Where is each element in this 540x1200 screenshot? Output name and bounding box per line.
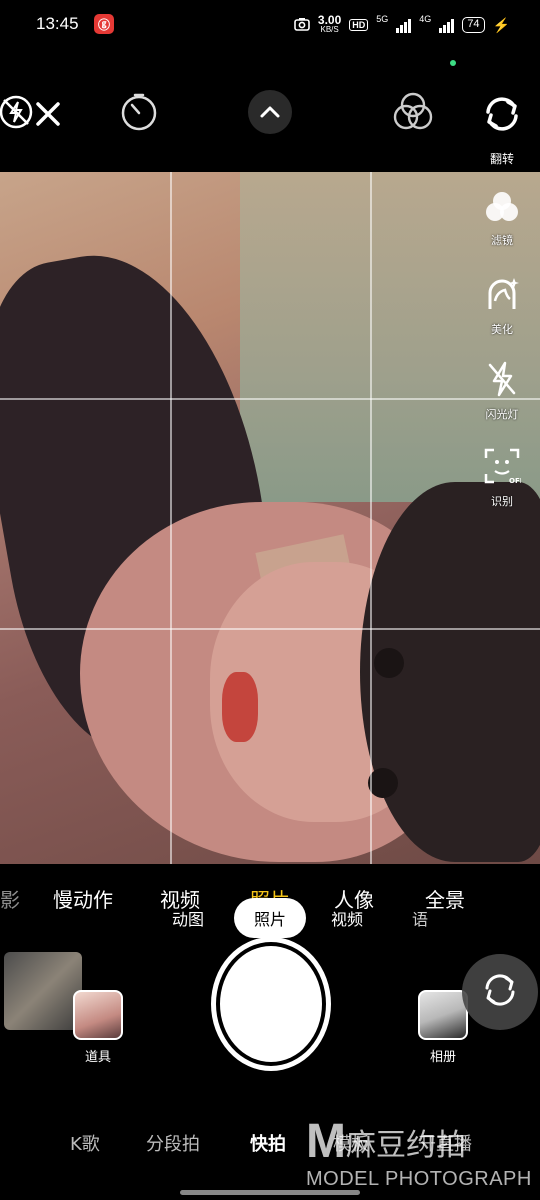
grid-line-vertical	[370, 172, 372, 864]
hd-badge: HD	[349, 19, 369, 31]
speed-value: 3.00	[317, 13, 342, 27]
flip-label: 翻转	[489, 152, 514, 166]
viewfinder-subject-eye	[368, 768, 398, 798]
shutter-button[interactable]	[211, 937, 331, 1071]
close-icon[interactable]	[32, 98, 64, 130]
viewfinder-subject-eye	[374, 648, 404, 678]
beauty-icon	[483, 275, 521, 317]
status-bar: 13:45 ⓖ 3.00 KB/S HD 5G 4G 74 ⚡	[0, 0, 540, 50]
camera-viewfinder[interactable]	[0, 172, 540, 864]
album-button[interactable]	[418, 990, 468, 1040]
signal-icon-1	[396, 17, 412, 33]
filter-button[interactable]: 滤镜	[474, 190, 530, 248]
grid-line-horizontal	[0, 628, 540, 630]
watermark-brand-cn: 麻豆约拍	[346, 1128, 466, 1163]
filter-icon	[483, 190, 521, 228]
filter-label: 滤镜	[491, 234, 513, 247]
beauty-label: 美化	[491, 323, 513, 336]
flash-off-icon	[485, 360, 519, 402]
watermark: M 麻豆约拍 MODEL PHOTOGRAPH	[306, 1114, 540, 1200]
face-detect-label: 识别	[491, 495, 513, 508]
status-time: 13:45	[36, 14, 79, 33]
timer-icon[interactable]	[117, 90, 161, 134]
privacy-indicator-dot	[450, 60, 456, 66]
signal-icon-2	[439, 17, 455, 33]
color-filter-icon[interactable]	[390, 90, 436, 134]
viewfinder-subject-lips	[222, 672, 258, 742]
props-label: 道具	[84, 1050, 111, 1065]
watermark-brand-en: MODEL PHOTOGRAPH	[306, 1168, 532, 1190]
face-detect-icon: OFF	[483, 447, 525, 489]
album-label: 相册	[429, 1050, 456, 1065]
grid-line-horizontal	[0, 398, 540, 400]
props-button[interactable]	[73, 990, 123, 1040]
battery-level: 74	[462, 17, 485, 33]
network-speed: 3.00 KB/S	[317, 13, 342, 35]
camera-in-use-icon	[294, 17, 310, 34]
flash-button[interactable]: 闪光灯	[474, 360, 530, 422]
network-type-1: 5G	[376, 14, 389, 24]
sub-mode-item[interactable]: 动图	[172, 906, 204, 930]
sub-mode-item[interactable]: 语	[412, 906, 428, 930]
switch-camera-icon	[480, 970, 520, 1014]
speed-unit: KB/S	[320, 25, 339, 34]
tab-item-active[interactable]: 快拍	[250, 1130, 286, 1156]
grid-line-vertical	[170, 172, 172, 864]
flash-off-icon[interactable]	[0, 92, 36, 132]
network-type-2: 4G	[419, 14, 432, 24]
beauty-button[interactable]: 美化	[474, 275, 530, 337]
switch-camera-button[interactable]	[462, 954, 538, 1030]
tab-item[interactable]: K歌	[70, 1130, 100, 1156]
home-indicator[interactable]	[180, 1190, 360, 1195]
flip-camera-icon[interactable]	[478, 90, 526, 138]
status-indicators: 3.00 KB/S HD 5G 4G 74 ⚡	[294, 14, 510, 36]
sub-mode-item[interactable]: 视频	[331, 906, 363, 930]
tab-item[interactable]: 分段拍	[146, 1130, 200, 1156]
watermark-logo-letter: M	[306, 1115, 346, 1168]
camera-top-bar	[0, 80, 540, 150]
recent-photo-thumbnail[interactable]	[4, 952, 82, 1030]
flash-label: 闪光灯	[485, 408, 519, 421]
charging-icon: ⚡	[492, 16, 510, 33]
netease-app-icon: ⓖ	[94, 14, 114, 34]
face-detect-button[interactable]: OFF 识别	[474, 447, 530, 509]
sub-mode-item-active[interactable]: 照片	[234, 898, 306, 938]
svg-text:OFF: OFF	[509, 477, 521, 485]
chevron-up-icon[interactable]	[248, 90, 292, 134]
shutter-core	[220, 946, 322, 1062]
